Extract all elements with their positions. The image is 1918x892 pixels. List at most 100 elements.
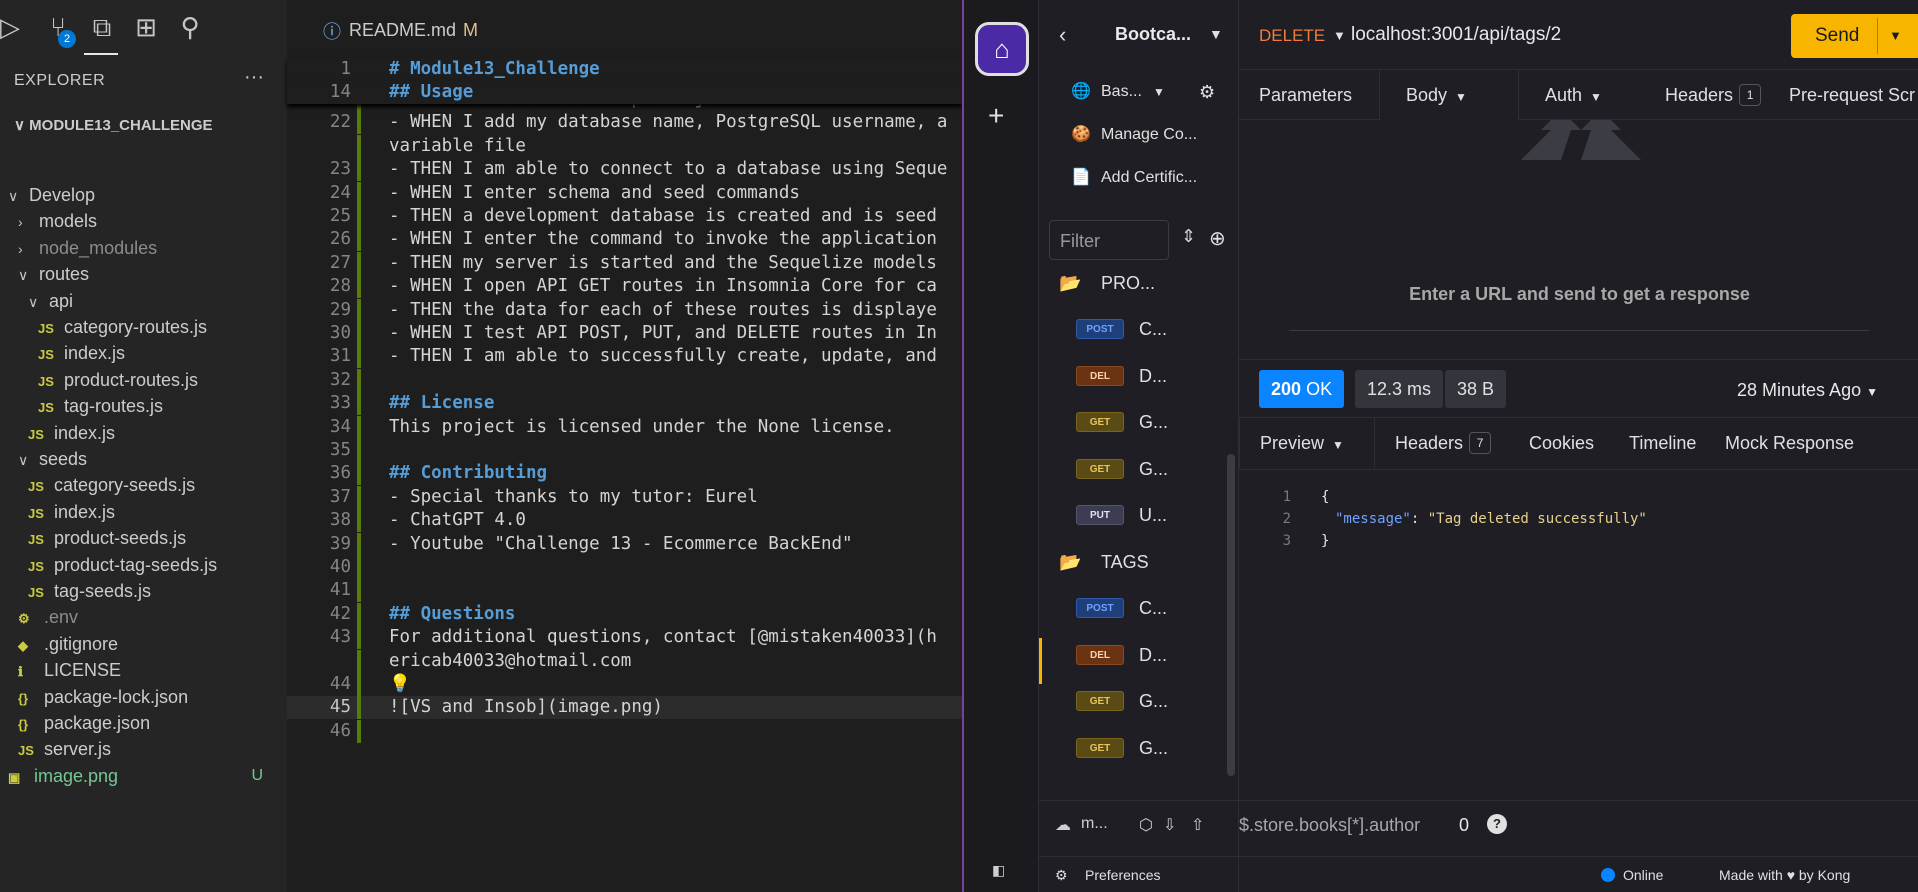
add-certificates[interactable]: 📄 Add Certific...	[1039, 158, 1239, 198]
request-item[interactable]: POST C...	[1039, 306, 1239, 352]
tree-item[interactable]: JS product-routes.js	[0, 367, 287, 393]
tree-item[interactable]: JS product-tag-seeds.js	[0, 552, 287, 578]
code-line[interactable]: 31 - THEN I am able to successfully creat…	[287, 345, 962, 369]
extensions-icon[interactable]: ⊞	[130, 12, 162, 44]
chevron-down-icon[interactable]: ▼	[1889, 14, 1902, 58]
toggle-sidebar-icon[interactable]: ◧	[992, 862, 1005, 879]
send-button[interactable]: Send ▼	[1791, 14, 1918, 58]
request-tab[interactable]: Parameters	[1239, 70, 1379, 120]
code-line[interactable]: 40	[287, 556, 962, 579]
code-line[interactable]: 45 ![VS and Insob](image.png)	[287, 696, 962, 720]
request-item[interactable]: DEL D...	[1039, 632, 1239, 678]
folder-item[interactable]: 📂 PRO...	[1039, 260, 1239, 306]
sort-icon[interactable]: ⇕	[1181, 226, 1196, 247]
code-line[interactable]: 38 - ChatGPT 4.0	[287, 509, 962, 533]
code-line[interactable]: 39 - Youtube "Challenge 13 - Ecommerce Ba…	[287, 532, 962, 556]
request-item[interactable]: GET G...	[1039, 725, 1239, 771]
code-line[interactable]: 32	[287, 368, 962, 392]
tree-item[interactable]: ∨ Develop	[0, 182, 287, 208]
code-line[interactable]: 44 💡	[287, 673, 962, 696]
explorer-icon[interactable]: ⧉	[86, 12, 118, 44]
code-line[interactable]: 34 This project is licensed under the Non…	[287, 415, 962, 439]
tree-item[interactable]: ∨ routes	[0, 261, 287, 287]
tree-item[interactable]: {} package.json	[0, 710, 287, 736]
response-tab[interactable]: Timeline	[1609, 418, 1709, 468]
code-line[interactable]: 29 - THEN the data for each of these rout…	[287, 298, 962, 322]
tree-item[interactable]: {} package-lock.json	[0, 684, 287, 710]
more-actions-icon[interactable]: ···	[244, 66, 264, 89]
cloud-icon[interactable]: ☁	[1055, 815, 1071, 835]
tree-item[interactable]: › node_modules	[0, 235, 287, 261]
code-line[interactable]: variable file	[287, 134, 962, 158]
tree-item[interactable]: ∨ seeds	[0, 446, 287, 472]
made-with-kong-link[interactable]: Made with ♥ by Kong	[1719, 857, 1850, 892]
tree-item[interactable]: › models	[0, 208, 287, 234]
manage-cookies[interactable]: 🍪 Manage Co...	[1039, 115, 1239, 155]
tree-item[interactable]: JS index.js	[0, 420, 287, 446]
run-debug-icon[interactable]: ▷	[0, 12, 26, 44]
response-preview[interactable]: 1 {2 "message": "Tag deleted successfully"…	[1239, 470, 1918, 800]
method-selector[interactable]: DELETE	[1259, 26, 1325, 46]
back-icon[interactable]: ‹	[1059, 22, 1066, 48]
sync-label[interactable]: m...	[1081, 815, 1108, 833]
request-tab[interactable]: Headers 1	[1639, 70, 1789, 120]
home-button[interactable]: ⌂	[975, 22, 1029, 76]
sticky-scroll-line[interactable]: 14 ## Usage	[287, 81, 962, 104]
request-item[interactable]: GET G...	[1039, 399, 1239, 445]
code-line[interactable]: 28 - WHEN I open API GET routes in Insomn…	[287, 275, 962, 299]
code-line[interactable]: 27 - THEN my server is started and the Se…	[287, 251, 962, 275]
chevron-down-icon[interactable]: ▼	[1333, 28, 1346, 43]
tree-item[interactable]: JS category-seeds.js	[0, 472, 287, 498]
editor-tab[interactable]: ⓘ README.md M	[287, 0, 962, 58]
tree-item[interactable]: JS tag-seeds.js	[0, 578, 287, 604]
code-view[interactable]: - GIVEN a functional Express.js API22- W…	[287, 58, 962, 892]
code-line[interactable]: 35	[287, 439, 962, 462]
code-line[interactable]: 36 ## Contributing	[287, 462, 962, 486]
request-item[interactable]: GET G...	[1039, 446, 1239, 492]
cloud-download-icon[interactable]: ⇩	[1163, 815, 1176, 835]
response-tab[interactable]: Headers 7	[1375, 418, 1509, 468]
tree-item[interactable]: JS server.js	[0, 736, 287, 762]
folder-item[interactable]: 📂 TAGS	[1039, 539, 1239, 585]
code-line[interactable]: ericab40033@hotmail.com	[287, 649, 962, 673]
tree-item[interactable]: ℹ LICENSE	[0, 657, 287, 683]
tree-item[interactable]: ∨ api	[0, 288, 287, 314]
code-line[interactable]: 22 - WHEN I add my database name, Postgre…	[287, 111, 962, 135]
add-request-icon[interactable]: ⊕	[1209, 226, 1226, 251]
response-filter-input[interactable]: $.store.books[*].author	[1239, 815, 1420, 836]
tree-item[interactable]: JS product-seeds.js	[0, 525, 287, 551]
environment-selector[interactable]: 🌐 Bas... ▼ ⚙	[1039, 72, 1239, 112]
request-tab[interactable]: Body ▼	[1379, 70, 1519, 120]
request-item[interactable]: POST C...	[1039, 585, 1239, 631]
request-item[interactable]: DEL D...	[1039, 353, 1239, 399]
help-icon[interactable]: ?	[1487, 814, 1507, 834]
response-history-selector[interactable]: 28 Minutes Ago ▼	[1737, 380, 1878, 401]
response-tab[interactable]: Mock Response	[1709, 418, 1918, 468]
tree-item[interactable]: JS tag-routes.js	[0, 393, 287, 419]
sidebar-filter-input[interactable]: Filter	[1049, 220, 1169, 260]
code-line[interactable]: 43 For additional questions, contact [@mi…	[287, 626, 962, 650]
search-icon[interactable]: ⚲	[174, 12, 206, 44]
tree-item[interactable]: ▣ image.png U	[0, 763, 287, 789]
code-line[interactable]: 30 - WHEN I test API POST, PUT, and DELET…	[287, 322, 962, 345]
gear-icon[interactable]: ⚙	[1199, 72, 1215, 112]
response-tab[interactable]: Cookies	[1509, 418, 1609, 468]
code-line[interactable]: 24 - WHEN I enter schema and seed command…	[287, 181, 962, 205]
request-tab[interactable]: Pre-request Scr	[1789, 70, 1918, 120]
code-line[interactable]: 23 - THEN I am able to connect to a datab…	[287, 158, 962, 182]
code-line[interactable]: 46	[287, 719, 962, 743]
preferences-button[interactable]: ⚙ Preferences	[1039, 856, 1239, 892]
tree-item[interactable]: JS category-routes.js	[0, 314, 287, 340]
add-project-icon[interactable]: +	[988, 100, 1004, 132]
code-line[interactable]: 33 ## License	[287, 392, 962, 416]
tree-item[interactable]: JS index.js	[0, 340, 287, 366]
chevron-down-icon[interactable]: ▼	[1209, 26, 1223, 42]
code-line[interactable]: 25 - THEN a development database is creat…	[287, 205, 962, 228]
url-input[interactable]: localhost:3001/api/tags/2	[1351, 24, 1561, 46]
code-line[interactable]: 37 - Special thanks to my tutor: Eurel	[287, 485, 962, 509]
request-item[interactable]: PUT U...	[1039, 492, 1239, 538]
project-folder-title[interactable]: ∨ MODULE13_CHALLENGE	[14, 116, 213, 134]
cloud-upload-icon[interactable]: ⇧	[1191, 815, 1204, 835]
tree-item[interactable]: ◆ .gitignore	[0, 631, 287, 657]
tree-item[interactable]: JS index.js	[0, 499, 287, 525]
